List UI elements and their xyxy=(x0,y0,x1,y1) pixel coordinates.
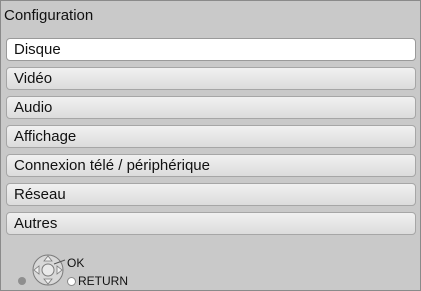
menu-item-label: Affichage xyxy=(14,128,77,145)
menu-item-label: Autres xyxy=(14,215,58,232)
dpad-icon xyxy=(32,254,66,286)
menu-item-affichage[interactable]: Affichage xyxy=(6,125,416,148)
grey-dot-icon xyxy=(18,277,26,285)
menu-item-label: Réseau xyxy=(14,186,66,203)
menu-item-label: Connexion télé / périphérique xyxy=(14,157,210,174)
page-title: Configuration xyxy=(4,7,94,24)
return-label: RETURN xyxy=(78,274,128,288)
menu-item-disque[interactable]: Disque xyxy=(6,38,416,61)
configuration-panel: Configuration Disque Vidéo Audio Afficha… xyxy=(0,0,421,291)
menu-item-label: Audio xyxy=(14,99,53,116)
menu-item-video[interactable]: Vidéo xyxy=(6,67,416,90)
menu-item-label: Disque xyxy=(14,41,61,58)
menu-item-reseau[interactable]: Réseau xyxy=(6,183,416,206)
ok-label: OK xyxy=(67,256,85,270)
return-dot-icon xyxy=(67,277,76,286)
menu-item-audio[interactable]: Audio xyxy=(6,96,416,119)
menu-item-autres[interactable]: Autres xyxy=(6,212,416,235)
menu-item-label: Vidéo xyxy=(14,70,53,87)
menu-item-connexion[interactable]: Connexion télé / périphérique xyxy=(6,154,416,177)
